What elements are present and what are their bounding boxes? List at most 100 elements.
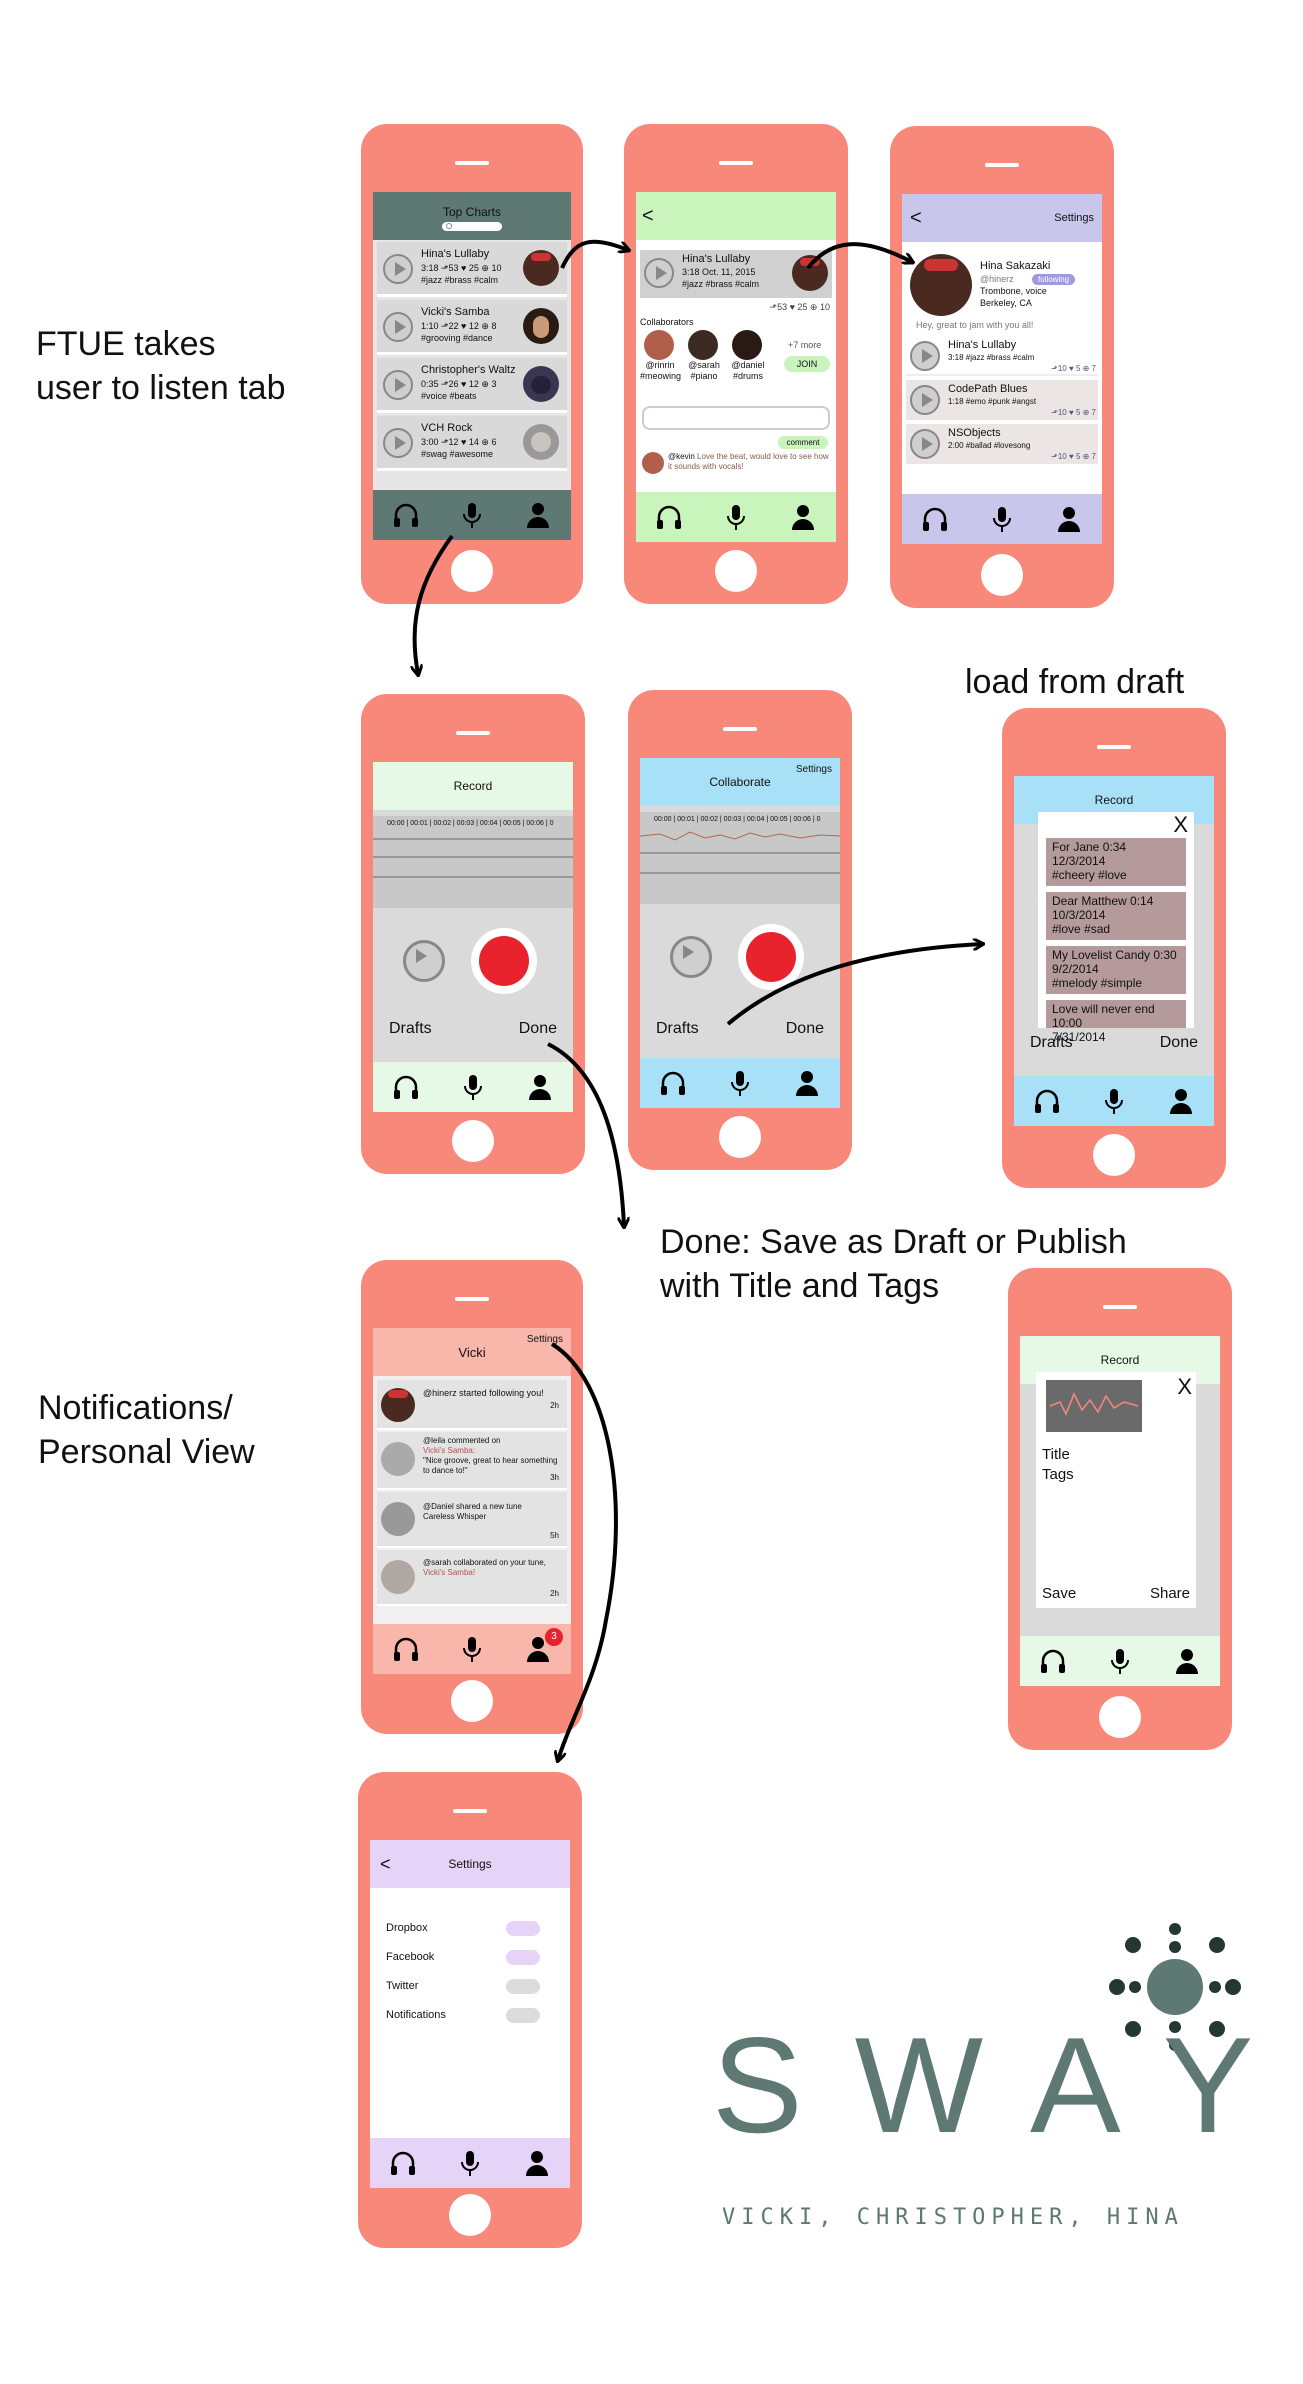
- play-icon[interactable]: [383, 312, 413, 342]
- headphones-icon[interactable]: [391, 500, 421, 530]
- tab-bar: [640, 1058, 840, 1108]
- headphones-icon[interactable]: [391, 1634, 421, 1664]
- home-button[interactable]: [452, 1120, 494, 1162]
- home-button[interactable]: [981, 554, 1023, 596]
- home-button[interactable]: [451, 1680, 493, 1722]
- dropbox-toggle[interactable]: [506, 1921, 540, 1936]
- headphones-icon[interactable]: [920, 504, 950, 534]
- home-button[interactable]: [1093, 1134, 1135, 1176]
- play-icon[interactable]: [910, 341, 940, 371]
- microphone-icon[interactable]: [455, 2148, 485, 2178]
- home-button[interactable]: [715, 550, 757, 592]
- twitter-toggle[interactable]: [506, 1979, 540, 1994]
- song-detail-header: <: [636, 192, 836, 240]
- play-icon[interactable]: [910, 429, 940, 459]
- more-collaborators[interactable]: +7 more: [788, 340, 821, 351]
- collaborator[interactable]: @daniel #drums: [728, 330, 768, 382]
- play-icon[interactable]: [644, 258, 674, 288]
- profile-icon[interactable]: [1054, 504, 1084, 534]
- notification-item[interactable]: @sarah collaborated on your tune, Vicki'…: [377, 1550, 567, 1606]
- settings-link[interactable]: Settings: [527, 1334, 563, 1345]
- microphone-icon[interactable]: [725, 1068, 755, 1098]
- search-input[interactable]: [442, 222, 502, 231]
- headphones-icon[interactable]: [658, 1068, 688, 1098]
- play-icon[interactable]: [383, 370, 413, 400]
- comment-input[interactable]: [642, 406, 830, 430]
- headphones-icon[interactable]: [1038, 1646, 1068, 1676]
- record-button[interactable]: [738, 924, 804, 990]
- back-button[interactable]: <: [642, 205, 654, 228]
- draft-item[interactable]: For Jane 0:34 12/3/2014 #cheery #love: [1046, 838, 1186, 886]
- microphone-icon[interactable]: [458, 1072, 488, 1102]
- profile-track[interactable]: NSObjects 2:00 #ballad #lovesong ⬏10 ♥ 5…: [906, 424, 1098, 464]
- play-icon[interactable]: [910, 385, 940, 415]
- join-button[interactable]: JOIN: [784, 356, 830, 372]
- timeline[interactable]: 00:00 | 00:01 | 00:02 | 00:03 | 00:04 | …: [373, 816, 573, 908]
- collaborator[interactable]: @rinrin #meowing: [640, 330, 681, 382]
- profile-icon[interactable]: [788, 502, 818, 532]
- home-button[interactable]: [1099, 1696, 1141, 1738]
- profile-tab[interactable]: 3: [523, 1628, 563, 1664]
- notification-item[interactable]: @Daniel shared a new tune Careless Whisp…: [377, 1492, 567, 1548]
- drafts-button[interactable]: Drafts: [656, 1020, 699, 1038]
- play-button[interactable]: [403, 940, 445, 982]
- notification-item[interactable]: @hinerz started following you! 2h: [377, 1380, 567, 1430]
- close-icon[interactable]: X: [1173, 812, 1188, 838]
- play-icon[interactable]: [383, 254, 413, 284]
- profile-icon[interactable]: [1166, 1086, 1196, 1116]
- following-badge[interactable]: following: [1032, 274, 1076, 285]
- headphones-icon[interactable]: [1032, 1086, 1062, 1116]
- profile-icon[interactable]: [523, 500, 553, 530]
- chart-row[interactable]: VCH Rock 3:00 ⬏12 ♥ 14 ⊕ 6 #swag #awesom…: [377, 416, 567, 471]
- tags-field[interactable]: Tags: [1042, 1466, 1074, 1483]
- profile-icon[interactable]: [525, 1072, 555, 1102]
- microphone-icon[interactable]: [721, 502, 751, 532]
- avatar: [688, 330, 718, 360]
- profile-track[interactable]: CodePath Blues 1:18 #emo #punk #angst ⬏1…: [906, 380, 1098, 420]
- settings-link[interactable]: Settings: [796, 764, 832, 775]
- notification-item[interactable]: @leila commented on Vicki's Samba: "Nice…: [377, 1432, 567, 1490]
- save-button[interactable]: Save: [1042, 1585, 1076, 1602]
- notifications-toggle[interactable]: [506, 2008, 540, 2023]
- home-button[interactable]: [449, 2194, 491, 2236]
- share-button[interactable]: Share: [1150, 1585, 1190, 1602]
- settings-link[interactable]: Settings: [1054, 212, 1094, 224]
- back-button[interactable]: <: [910, 207, 922, 230]
- profile-icon[interactable]: [1172, 1646, 1202, 1676]
- annotation-notifications: Notifications/ Personal View: [38, 1389, 255, 1471]
- song-card[interactable]: Hina's Lullaby 3:18 Oct. 11, 2015 #jazz …: [640, 250, 832, 298]
- chart-row[interactable]: Christopher's Waltz 0:35 ⬏26 ♥ 12 ⊕ 3 #v…: [377, 358, 567, 413]
- profile-track[interactable]: Hina's Lullaby 3:18 #jazz #brass #calm ⬏…: [906, 336, 1098, 376]
- profile-icon[interactable]: [792, 1068, 822, 1098]
- collaborator[interactable]: @sarah #piano: [684, 330, 724, 382]
- draft-item[interactable]: My Lovelist Candy 0:30 9/2/2014 #melody …: [1046, 946, 1186, 994]
- microphone-icon[interactable]: [1105, 1646, 1135, 1676]
- close-icon[interactable]: X: [1177, 1374, 1192, 1400]
- play-icon[interactable]: [383, 428, 413, 458]
- headphones-icon[interactable]: [388, 2148, 418, 2178]
- home-button[interactable]: [719, 1116, 761, 1158]
- timeline[interactable]: 00:00 | 00:01 | 00:02 | 00:03 | 00:04 | …: [640, 812, 840, 904]
- microphone-icon[interactable]: [457, 1634, 487, 1664]
- microphone-icon[interactable]: [987, 504, 1017, 534]
- profile-icon[interactable]: [522, 2148, 552, 2178]
- home-button[interactable]: [451, 550, 493, 592]
- play-button[interactable]: [670, 936, 712, 978]
- drafts-button[interactable]: Drafts: [389, 1020, 432, 1038]
- facebook-toggle[interactable]: [506, 1950, 540, 1965]
- record-button[interactable]: [471, 928, 537, 994]
- microphone-icon[interactable]: [1099, 1086, 1129, 1116]
- headphones-icon[interactable]: [391, 1072, 421, 1102]
- done-button[interactable]: Done: [786, 1020, 824, 1038]
- draft-item[interactable]: Dear Matthew 0:14 10/3/2014 #love #sad: [1046, 892, 1186, 940]
- comment-button[interactable]: comment: [778, 436, 828, 449]
- chart-row[interactable]: Hina's Lullaby 3:18 ⬏53 ♥ 25 ⊕ 10 #jazz …: [377, 242, 567, 297]
- back-button[interactable]: <: [380, 1854, 391, 1875]
- done-button[interactable]: Done: [519, 1020, 557, 1038]
- headphones-icon[interactable]: [654, 502, 684, 532]
- chart-row[interactable]: Vicki's Samba 1:10 ⬏22 ♥ 12 ⊕ 8 #groovin…: [377, 300, 567, 355]
- timeline-ruler: 00:00 | 00:01 | 00:02 | 00:03 | 00:04 | …: [654, 816, 821, 823]
- title-field[interactable]: Title: [1042, 1446, 1070, 1463]
- draft-item[interactable]: Love will never end 10:00 7/31/2014: [1046, 1000, 1186, 1044]
- microphone-icon[interactable]: [457, 500, 487, 530]
